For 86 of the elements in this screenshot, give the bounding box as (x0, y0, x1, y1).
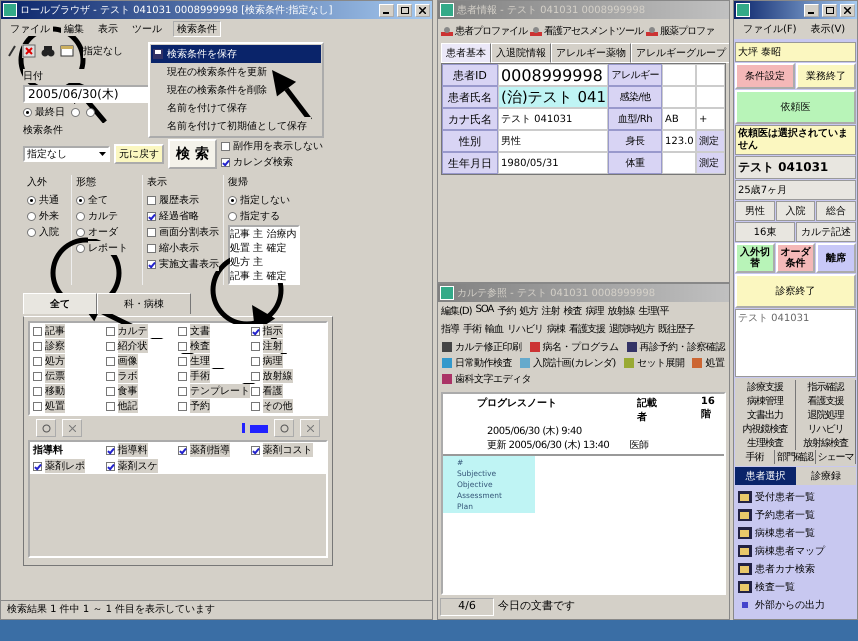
radio-label: 外来 (39, 209, 59, 223)
checkbox-label: 実施文書表示 (159, 257, 219, 271)
field-label: 生年月日 (442, 152, 498, 174)
checkbox-label: 診察 (45, 339, 65, 353)
updated-date: 更新 2005/06/30 (木) 13:40 (487, 438, 610, 452)
radio-label: 入院 (39, 225, 59, 239)
checkbox-label: 手術 (190, 369, 210, 383)
patient-age: 25歳7ヶ月 (735, 180, 856, 200)
checkbox-label: 他記 (118, 399, 138, 413)
field-label: 身長 (608, 130, 662, 152)
checkbox-label: 放射線 (262, 369, 292, 383)
ward-text: 16階 (700, 396, 716, 422)
checkbox-label: 食事 (118, 384, 138, 398)
checkbox-label: 伝票 (45, 369, 65, 383)
field-value: (治)テスト 041 (498, 86, 608, 108)
role-text: 医師 (629, 439, 648, 452)
patient-info: 男性 (735, 201, 775, 221)
checkbox-label: ラボ (118, 369, 138, 383)
checkbox-label: カルテ (118, 324, 148, 338)
patient-info: 入院 (776, 201, 816, 221)
page-count: 4/6 (440, 598, 494, 616)
checkbox-label: 検査 (190, 339, 210, 353)
patient-info: カルテ記述 (796, 222, 856, 242)
field-value: 男性 (498, 130, 608, 152)
field-label: カナ氏名 (442, 108, 498, 130)
doctor-note: 依頼医は選択されていません (735, 125, 856, 155)
field-value: 測定 (696, 130, 725, 152)
checkbox-label: 画像 (118, 354, 138, 368)
created-date: 2005/06/30 (木) 9:40 (487, 424, 582, 438)
status-bar: 検索結果 1 件中 1 ～ 1 件目を表示しています (1, 600, 432, 619)
field-label: アレルギー (608, 64, 662, 86)
patient-info: 16東 (735, 222, 795, 242)
checkbox-label: 画面分割表示 (159, 225, 219, 239)
checkbox-label: 生理 (190, 354, 210, 368)
radio-label: 全て (88, 193, 108, 207)
checkbox-label: 紹介状 (118, 339, 148, 353)
checkbox-label: 記事 (45, 324, 65, 338)
checkbox-label: その他 (262, 399, 292, 413)
condition-label: 指定なし (83, 44, 123, 58)
checkbox-label: 移動 (45, 384, 65, 398)
checkbox-label: 処置 (45, 399, 65, 413)
field-value: 123.0 (662, 130, 696, 152)
checkbox-label: 薬剤スケ (118, 459, 158, 473)
user-name: 大坪 泰昭 (735, 42, 856, 62)
checkbox-label: 予約 (190, 399, 210, 413)
document-type: プログレスノート (477, 396, 558, 411)
field-value: 0008999998 (498, 64, 608, 86)
field-value: AB (662, 108, 696, 130)
field-label: 患者ID (442, 64, 498, 86)
field-value: 測定 (696, 152, 725, 174)
window-title: ロールブラウザ - テスト 041031 0008999998 [検索条件:指定なし] (20, 4, 334, 17)
checkbox-label: テンプレート (190, 384, 250, 398)
patient-info: 総合 (816, 201, 856, 221)
field-label: 感染/他 (608, 86, 662, 108)
field-value: + (696, 108, 725, 130)
radio-label: オーダ (88, 225, 118, 239)
radio-label: 指定しない (240, 193, 290, 207)
radio-label: 指定する (240, 209, 280, 223)
checkbox-label: 薬剤コスト (262, 443, 312, 457)
patient-name: テスト 041031 (735, 156, 856, 179)
checkbox-label: 薬剤指導 (190, 443, 230, 457)
checkbox-label: 看護 (262, 384, 282, 398)
radio-label: 最終日 (35, 105, 65, 119)
field-label: 体重 (608, 152, 662, 174)
checkbox-label: 処方 (45, 354, 65, 368)
checkbox-label: 文書 (190, 324, 210, 338)
checkbox-label: 指導料 (118, 443, 148, 457)
checkbox-label: 縮小表示 (159, 241, 199, 255)
status-text: 今日の文書です (498, 598, 575, 614)
checkbox-label: 履歴表示 (159, 193, 199, 207)
field-value: テスト 041031 (498, 108, 608, 130)
checkbox-label: 指示 (262, 324, 282, 338)
checkbox-label: 副作用を表示しない (233, 139, 323, 153)
field-value: 1980/05/31 (498, 152, 608, 174)
checkbox-label: 経過省略 (159, 209, 199, 223)
radio-label: 共通 (39, 193, 59, 207)
checkbox-label: 薬剤レポ (45, 459, 85, 473)
field-label: 性別 (442, 130, 498, 152)
field-label: 患者氏名 (442, 86, 498, 108)
checkbox-label: カレンダ検索 (233, 155, 293, 169)
checkbox-label: 注射 (262, 339, 282, 353)
author-label: 記載者 (636, 396, 658, 424)
field-label: 血型/Rh (608, 108, 662, 130)
radio-label: カルテ (88, 209, 118, 223)
radio-label: レポート (88, 241, 128, 255)
checkbox-label: 病理 (262, 354, 282, 368)
